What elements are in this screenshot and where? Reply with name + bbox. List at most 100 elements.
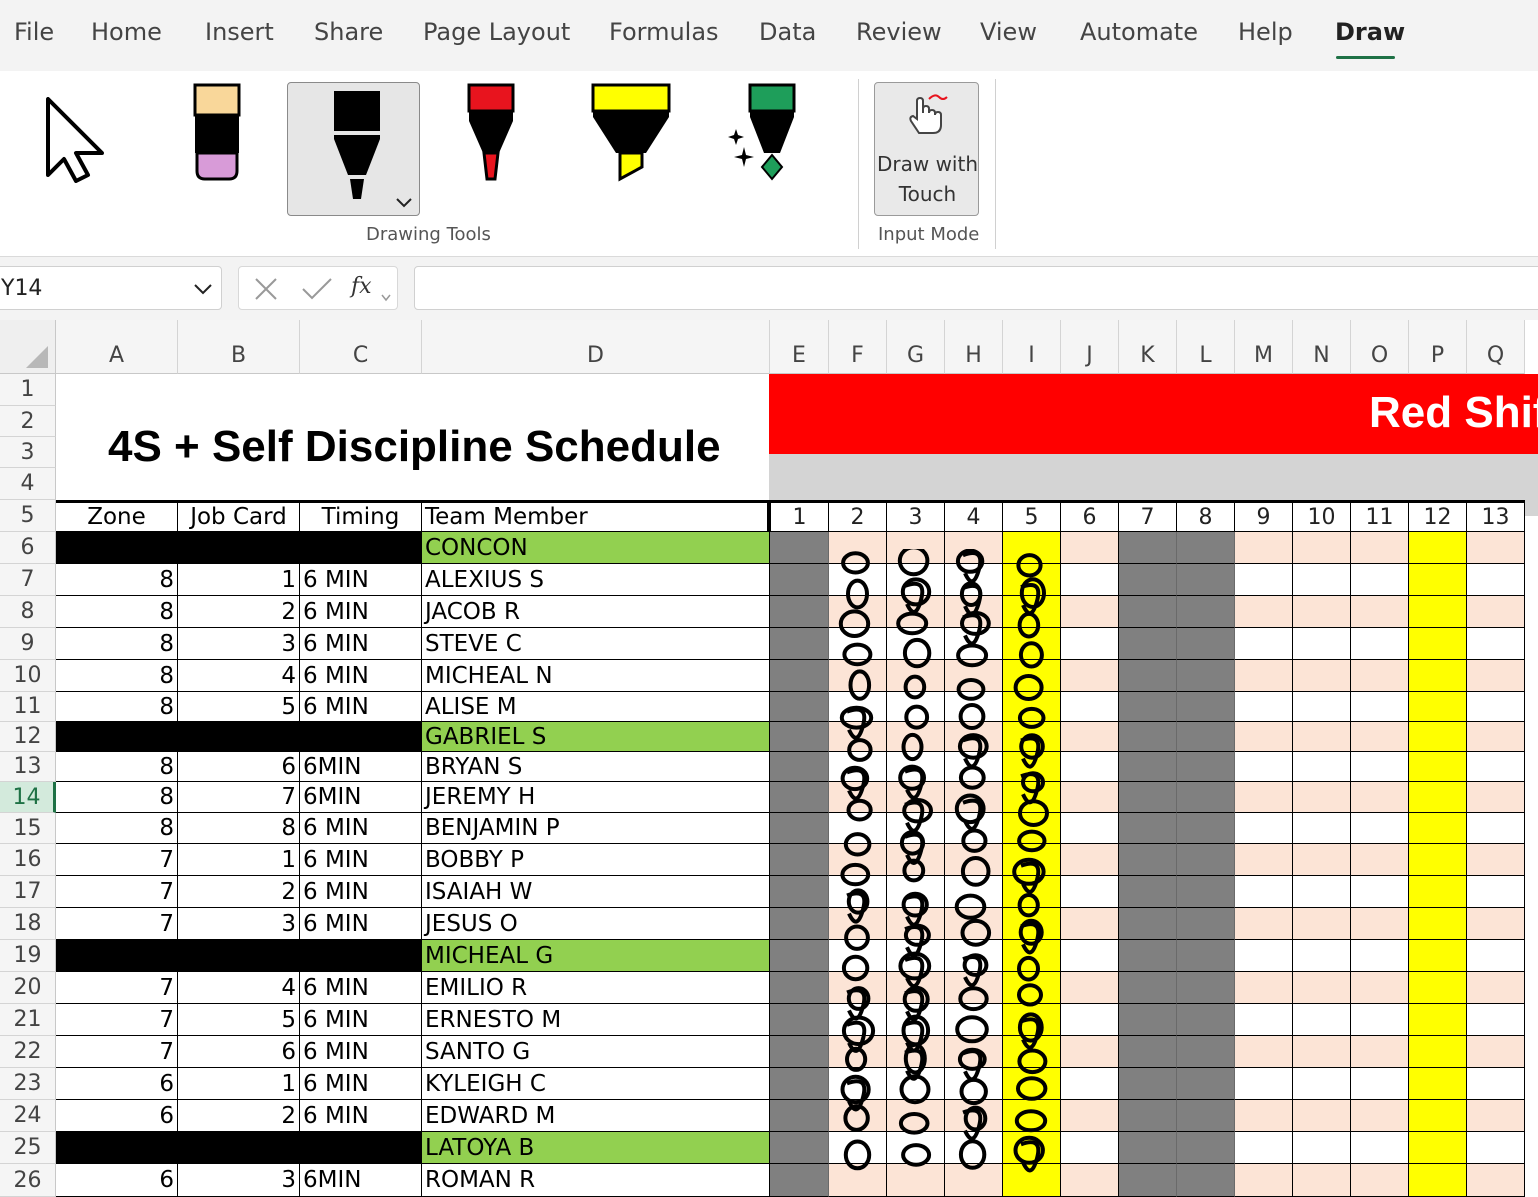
day-cell[interactable] [1351,596,1409,628]
insert-function-icon[interactable]: fx [351,274,372,299]
day-cell[interactable] [887,564,945,596]
day-cell[interactable] [945,692,1003,722]
row-header-3[interactable]: 3 [0,437,56,468]
column-header-a[interactable]: A [56,320,178,374]
day-cell[interactable] [887,813,945,844]
day-cell[interactable] [770,692,829,722]
day-cell[interactable] [1061,722,1119,752]
team-member-cell[interactable]: SANTO G [422,1036,770,1068]
timing-cell[interactable]: 6 MIN [300,692,422,722]
red-pen-icon[interactable] [466,83,516,183]
day-cell[interactable] [1061,1164,1119,1197]
day-cell[interactable] [770,1132,829,1164]
day-cell[interactable] [1235,722,1293,752]
day-cell[interactable] [770,596,829,628]
day-cell[interactable] [829,532,887,564]
day-cell[interactable] [829,782,887,813]
timing-cell[interactable]: 6 MIN [300,564,422,596]
schedule-title[interactable]: 4S + Self Discipline Schedule [108,422,721,472]
column-header-p[interactable]: P [1409,320,1467,374]
day-cell[interactable] [1003,596,1061,628]
zone-cell[interactable]: 8 [56,596,178,628]
day-cell[interactable] [945,628,1003,660]
team-member-cell[interactable]: STEVE C [422,628,770,660]
day-cell[interactable] [1061,972,1119,1004]
day-cell[interactable] [1467,1132,1525,1164]
day-cell[interactable] [829,692,887,722]
day-cell[interactable] [829,596,887,628]
job-card-cell[interactable]: 4 [178,972,300,1004]
day-cell[interactable] [1061,532,1119,564]
day-cell[interactable] [1293,564,1351,596]
day-cell[interactable] [1003,876,1061,908]
column-header-g[interactable]: G [887,320,945,374]
day-cell[interactable] [1351,1100,1409,1132]
day-cell[interactable] [1293,596,1351,628]
day-cell[interactable] [770,660,829,692]
day-cell[interactable] [1351,876,1409,908]
eraser-icon[interactable] [192,83,242,183]
day-cell[interactable] [945,813,1003,844]
day-cell[interactable] [770,1036,829,1068]
day-cell[interactable] [1467,752,1525,782]
day-cell[interactable] [1235,564,1293,596]
day-cell[interactable] [1409,813,1467,844]
day-cell[interactable] [1351,628,1409,660]
chevron-down-icon[interactable] [381,287,391,306]
day-cell[interactable] [1003,1068,1061,1100]
day-cell[interactable] [1293,876,1351,908]
job-card-cell[interactable]: 2 [178,876,300,908]
day-cell[interactable] [770,1004,829,1036]
select-all-corner[interactable] [0,320,56,374]
formula-input[interactable] [414,266,1538,310]
day-cell[interactable] [1003,1164,1061,1197]
day-cell[interactable] [1061,813,1119,844]
day-cell[interactable] [1409,876,1467,908]
day-cell[interactable] [1177,972,1235,1004]
day-cell[interactable] [1409,1004,1467,1036]
day-cell[interactable] [1235,844,1293,876]
day-cell[interactable] [1061,940,1119,972]
day-cell[interactable] [1351,564,1409,596]
day-cell[interactable] [945,876,1003,908]
day-cell[interactable] [1235,692,1293,722]
day-cell[interactable] [1235,972,1293,1004]
day-cell[interactable] [1293,660,1351,692]
day-cell[interactable] [945,972,1003,1004]
day-cell[interactable] [1119,660,1177,692]
day-header-5[interactable]: 5 [1003,500,1061,532]
group-divider[interactable] [56,1132,422,1164]
day-cell[interactable] [1293,908,1351,940]
day-header-8[interactable]: 8 [1177,500,1235,532]
green-galaxy-pen-icon[interactable] [726,83,798,183]
job-card-cell[interactable]: 5 [178,1004,300,1036]
day-cell[interactable] [1177,1164,1235,1197]
menu-insert[interactable]: Insert [205,18,274,46]
day-cell[interactable] [1119,876,1177,908]
day-cell[interactable] [1467,1004,1525,1036]
job-card-cell[interactable]: 3 [178,1164,300,1197]
day-cell[interactable] [1467,564,1525,596]
day-cell[interactable] [1119,908,1177,940]
day-cell[interactable] [887,972,945,1004]
day-cell[interactable] [1409,722,1467,752]
day-cell[interactable] [770,908,829,940]
day-cell[interactable] [829,1100,887,1132]
team-member-cell[interactable]: BOBBY P [422,844,770,876]
day-cell[interactable] [887,940,945,972]
row-header-13[interactable]: 13 [0,752,56,782]
day-cell[interactable] [887,1068,945,1100]
day-cell[interactable] [945,844,1003,876]
day-cell[interactable] [1409,844,1467,876]
day-cell[interactable] [829,752,887,782]
day-cell[interactable] [1351,660,1409,692]
day-cell[interactable] [1003,1004,1061,1036]
day-header-6[interactable]: 6 [1061,500,1119,532]
group-divider[interactable] [56,940,422,972]
day-cell[interactable] [829,813,887,844]
menu-view[interactable]: View [980,18,1037,46]
team-member-cell[interactable]: KYLEIGH C [422,1068,770,1100]
timing-cell[interactable]: 6 MIN [300,1100,422,1132]
menu-draw[interactable]: Draw [1335,18,1405,46]
day-cell[interactable] [1467,532,1525,564]
